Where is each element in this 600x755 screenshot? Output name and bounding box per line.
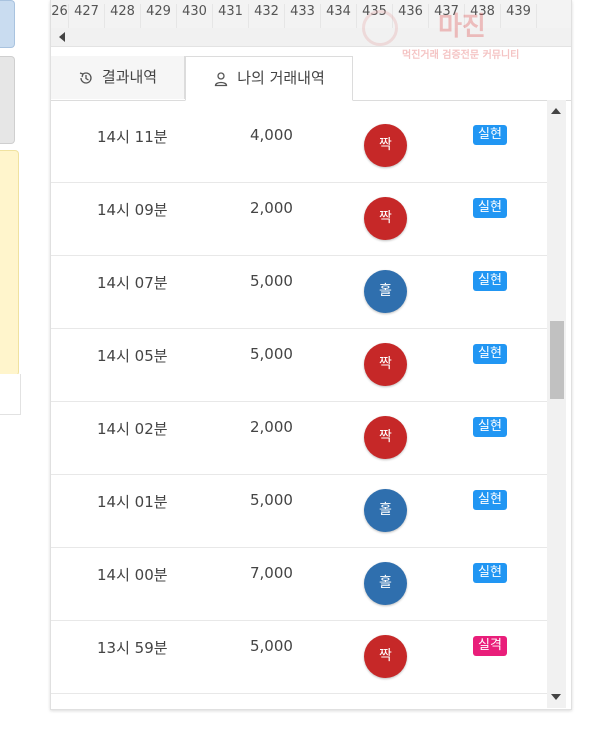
tab-my-trades-label: 나의 거래내역 xyxy=(237,69,325,87)
pick-chip: 짝 xyxy=(364,635,407,678)
trade-amount: 5,000 xyxy=(250,491,293,509)
pick-chip: 홀 xyxy=(364,562,407,605)
round-number-cell[interactable]: 436 xyxy=(393,4,429,28)
trade-row: 14시 00분 7,000 홀 실현 xyxy=(51,548,547,621)
tab-results[interactable]: 결과내역 xyxy=(51,56,185,99)
horizontal-scrollbar[interactable] xyxy=(51,28,571,47)
trade-history-panel: 26 427 428 429 430 431 432 433 434 435 436 437 438 43… xyxy=(50,0,572,710)
pick-chip: 짝 xyxy=(364,416,407,459)
round-number-cell[interactable]: 437 xyxy=(429,4,465,28)
round-number-cell[interactable]: 432 xyxy=(249,4,285,28)
trade-row: 14시 09분 2,000 짝 실현 xyxy=(51,183,547,256)
round-number-cell[interactable]: 427 xyxy=(69,4,105,28)
result-badge: 실현 xyxy=(473,198,507,218)
trade-time: 14시 11분 xyxy=(97,128,168,146)
round-number-cell[interactable]: 435 xyxy=(357,4,393,28)
trade-time: 14시 05분 xyxy=(97,347,168,365)
trade-time: 14시 02분 xyxy=(97,420,168,438)
trade-amount: 2,000 xyxy=(250,199,293,217)
round-number-cell[interactable]: 428 xyxy=(105,4,141,28)
trade-row: 14시 02분 2,000 짝 실현 xyxy=(51,402,547,475)
trade-time: 14시 01분 xyxy=(97,493,168,511)
tab-results-label: 결과내역 xyxy=(101,68,158,86)
round-number-strip: 26 427 428 429 430 431 432 433 434 435 436 437 438 43… xyxy=(51,0,571,29)
result-badge: 실격 xyxy=(473,636,507,656)
round-number-cell[interactable]: 431 xyxy=(213,4,249,28)
side-panel-gray[interactable] xyxy=(0,56,15,144)
round-number-cell[interactable]: 434 xyxy=(321,4,357,28)
trade-amount: 5,000 xyxy=(250,345,293,363)
round-number-cell[interactable]: 430 xyxy=(177,4,213,28)
history-tabs: 결과내역 나의 거래내역 xyxy=(51,56,571,101)
scroll-up-arrow-icon[interactable] xyxy=(551,108,561,114)
pick-chip: 홀 xyxy=(364,489,407,532)
trade-row: 14시 07분 5,000 홀 실현 xyxy=(51,256,547,329)
pick-chip: 짝 xyxy=(364,124,407,167)
round-number-cell[interactable]: 433 xyxy=(285,4,321,28)
trade-row: 14시 01분 5,000 홀 실현 xyxy=(51,475,547,548)
trade-time: 14시 00분 xyxy=(97,566,168,584)
side-panel-white xyxy=(0,374,21,415)
trade-row: 14시 05분 5,000 짝 실현 xyxy=(51,329,547,402)
pick-chip: 짝 xyxy=(364,343,407,386)
result-badge: 실현 xyxy=(473,490,507,510)
round-number-cell[interactable]: 439 xyxy=(501,4,537,28)
result-badge: 실현 xyxy=(473,271,507,291)
scrollbar-thumb[interactable] xyxy=(550,321,564,399)
result-badge: 실현 xyxy=(473,344,507,364)
result-badge: 실현 xyxy=(473,563,507,583)
trade-time: 13시 59분 xyxy=(97,639,168,657)
trade-time: 14시 09분 xyxy=(97,201,168,219)
scroll-left-arrow-icon[interactable] xyxy=(59,32,65,42)
trade-amount: 5,000 xyxy=(250,637,293,655)
side-panel-blue[interactable] xyxy=(0,0,15,48)
trade-amount: 4,000 xyxy=(250,126,293,144)
trade-row: 13시 59분 5,000 짝 실격 xyxy=(51,621,547,694)
result-badge: 실현 xyxy=(473,417,507,437)
trade-time: 14시 07분 xyxy=(97,274,168,292)
round-number-cell[interactable]: 26 xyxy=(51,4,69,28)
trade-list: 14시 11분 4,000 짝 실현 14시 09분 2,000 짝 실현 14시 07분 5,0… xyxy=(51,110,547,695)
pick-chip: 짝 xyxy=(364,197,407,240)
scroll-down-arrow-icon[interactable] xyxy=(551,694,561,700)
trade-amount: 2,000 xyxy=(250,418,293,436)
side-panel-yellow xyxy=(0,150,19,376)
trade-amount: 5,000 xyxy=(250,272,293,290)
tab-my-trades[interactable]: 나의 거래내역 xyxy=(185,56,353,101)
trade-amount: 7,000 xyxy=(250,564,293,582)
round-number-cell[interactable]: 429 xyxy=(141,4,177,28)
vertical-scrollbar[interactable] xyxy=(547,100,566,708)
pick-chip: 홀 xyxy=(364,270,407,313)
result-badge: 실현 xyxy=(473,125,507,145)
history-icon xyxy=(79,71,92,84)
trade-row: 14시 11분 4,000 짝 실현 xyxy=(51,110,547,183)
user-icon xyxy=(215,71,228,86)
round-number-cell[interactable]: 438 xyxy=(465,4,501,28)
